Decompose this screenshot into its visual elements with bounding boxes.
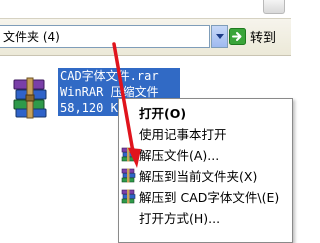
winrar-icon: [121, 147, 136, 162]
chevron-down-icon: [215, 34, 224, 39]
window-top-strip: [0, 0, 291, 18]
winrar-archive-icon: [13, 77, 47, 119]
menu-item-open-with[interactable]: 打开方式(H)...: [119, 207, 292, 228]
context-menu: 打开(O) 使用记事本打开 解压文件(A)... 解压到当前文件夹(X) 解压到…: [118, 98, 293, 243]
address-input[interactable]: 文件夹 (4): [0, 25, 210, 48]
menu-item-extract-to-folder[interactable]: 解压到 CAD字体文件\(E): [119, 186, 292, 207]
green-arrow-icon: [229, 28, 246, 45]
menu-item-label: 使用记事本打开: [139, 127, 227, 142]
menu-item-open[interactable]: 打开(O): [119, 102, 292, 123]
menu-item-label: 解压到 CAD字体文件\(E): [139, 190, 280, 205]
menu-item-extract-here[interactable]: 解压到当前文件夹(X): [119, 165, 292, 186]
scrollbar-thumb[interactable]: [263, 0, 285, 14]
winrar-icon: [121, 168, 136, 183]
menu-item-label: 解压文件(A)...: [139, 148, 220, 163]
winrar-icon: [121, 189, 136, 204]
menu-item-label: 打开方式(H)...: [139, 211, 221, 226]
address-dropdown-button[interactable]: [211, 25, 228, 48]
menu-item-label: 打开(O): [139, 106, 187, 121]
address-path-text: 文件夹 (4): [3, 30, 60, 44]
menu-item-open-with-notepad[interactable]: 使用记事本打开: [119, 123, 292, 144]
go-button[interactable]: 转到: [229, 25, 276, 48]
go-button-label: 转到: [250, 31, 277, 46]
menu-item-extract-files[interactable]: 解压文件(A)...: [119, 144, 292, 165]
file-name: CAD字体文件.rar: [58, 68, 180, 84]
address-bar-row: 文件夹 (4) 转到: [0, 18, 291, 56]
menu-item-label: 解压到当前文件夹(X): [139, 169, 258, 184]
